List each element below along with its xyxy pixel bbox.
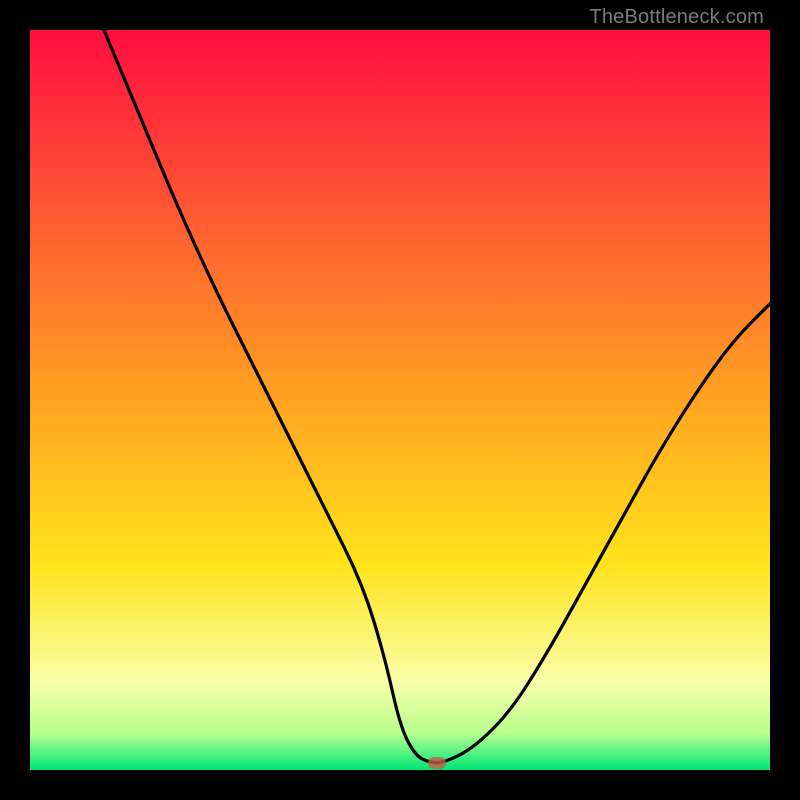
plot-area	[30, 30, 770, 770]
chart-frame: TheBottleneck.com	[0, 0, 800, 800]
watermark-text: TheBottleneck.com	[589, 6, 764, 29]
bottleneck-curve-path	[104, 30, 770, 763]
bottleneck-curve-svg	[30, 30, 770, 770]
optimal-point-marker	[428, 757, 446, 769]
